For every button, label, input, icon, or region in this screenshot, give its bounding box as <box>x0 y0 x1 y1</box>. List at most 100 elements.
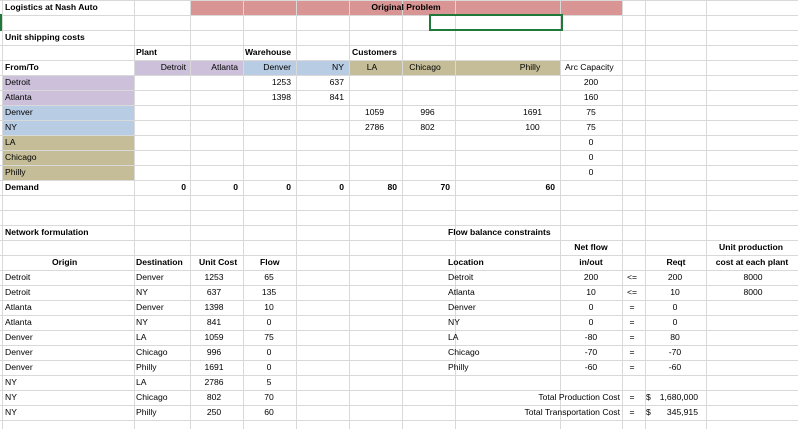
row-gridline <box>0 210 798 211</box>
spreadsheet-grid[interactable]: Logistics at Nash Auto Original Problem … <box>0 0 798 429</box>
cost-cell: 1253 <box>271 77 291 87</box>
demand-cell: 70 <box>440 182 450 192</box>
row-gridline <box>0 180 798 181</box>
network-unit-cost: 1691 <box>204 362 224 372</box>
demand-cell: 0 <box>286 182 291 192</box>
network-origin: Atlanta <box>5 317 32 327</box>
total-production-eq: = <box>629 392 635 402</box>
balance-reqt: 0 <box>672 317 678 327</box>
row-gridline <box>0 195 798 196</box>
cost-header-detroit: Detroit <box>160 62 186 72</box>
cost-row-label: Detroit <box>5 77 31 87</box>
net-flow-header-2: in/out <box>579 257 603 267</box>
cost-row-label: LA <box>5 137 16 147</box>
cost-cell: 637 <box>329 77 344 87</box>
balance-operator: = <box>629 332 635 342</box>
cost-cell: 802 <box>420 122 435 132</box>
row-gridline <box>0 240 798 241</box>
network-unit-cost: 802 <box>206 392 222 402</box>
cost-row-label: Philly <box>5 167 26 177</box>
balance-net-flow: -70 <box>584 347 598 357</box>
from-to-label: From/To <box>5 62 39 72</box>
network-unit-cost: 841 <box>206 317 222 327</box>
balance-location: NY <box>448 317 460 327</box>
row-gridline <box>0 15 798 16</box>
network-destination: LA <box>136 377 147 387</box>
column-gridline <box>2 0 3 429</box>
row-gridline <box>0 90 798 91</box>
network-flow: 0 <box>266 347 272 357</box>
cost-header-ny: NY <box>332 62 344 72</box>
arc-capacity-cell: 75 <box>586 107 596 117</box>
row-gridline <box>0 75 798 76</box>
col-location-header: Location <box>448 257 484 267</box>
network-flow: 75 <box>264 332 274 342</box>
demand-cell: 0 <box>181 182 186 192</box>
network-origin: NY <box>5 377 17 387</box>
network-unit-cost: 1398 <box>204 302 224 312</box>
arc-capacity-cell: 75 <box>586 122 596 132</box>
sheet-title: Logistics at Nash Auto <box>5 2 98 12</box>
balance-location: LA <box>448 332 459 342</box>
network-unit-cost: 2786 <box>204 377 224 387</box>
balance-reqt: -70 <box>668 347 682 357</box>
section-flow-balance: Flow balance constraints <box>448 227 551 237</box>
network-unit-cost: 1253 <box>204 272 224 282</box>
balance-reqt: 200 <box>667 272 683 282</box>
cost-header-philly: Philly <box>519 62 541 72</box>
network-flow: 0 <box>266 317 272 327</box>
row-gridline <box>0 225 798 226</box>
network-destination: Chicago <box>136 392 168 402</box>
group-plant-label: Plant <box>136 47 158 57</box>
cost-cell: 841 <box>329 92 344 102</box>
balance-location: Detroit <box>448 272 474 282</box>
row-gridline <box>0 150 798 151</box>
banner-title: Original Problem <box>371 2 441 12</box>
balance-net-flow: 200 <box>583 272 599 282</box>
cost-row-label: Chicago <box>5 152 37 162</box>
balance-location: Chicago <box>448 347 480 357</box>
network-origin: Denver <box>5 347 33 357</box>
network-destination: LA <box>136 332 147 342</box>
row-gridline <box>0 165 798 166</box>
network-unit-cost: 1059 <box>204 332 224 342</box>
row-gridline <box>0 60 798 61</box>
arc-capacity-cell: 200 <box>583 77 599 87</box>
network-flow: 0 <box>266 362 272 372</box>
col-destination-header: Destination <box>136 257 183 267</box>
balance-net-flow: 0 <box>588 317 594 327</box>
cost-cell: 1059 <box>364 107 385 117</box>
demand-cell: 80 <box>387 182 397 192</box>
balance-operator: = <box>629 302 635 312</box>
cost-cell: 1691 <box>522 107 543 117</box>
network-destination: Denver <box>136 272 164 282</box>
cost-row-label: Denver <box>5 107 33 117</box>
network-flow: 135 <box>261 287 277 297</box>
network-origin: Detroit <box>5 272 31 282</box>
network-flow: 65 <box>264 272 274 282</box>
network-origin: Denver <box>5 362 33 372</box>
section-network-formulation: Network formulation <box>5 227 89 237</box>
row-gridline <box>0 105 798 106</box>
selected-cell[interactable] <box>429 14 563 31</box>
total-transport-label: Total Transportation Cost <box>524 407 620 417</box>
net-flow-header-1: Net flow <box>574 242 608 252</box>
balance-production-cost: 8000 <box>743 272 763 282</box>
network-origin: Atlanta <box>5 302 32 312</box>
cost-cell: 2786 <box>364 122 385 132</box>
balance-operator: = <box>629 362 635 372</box>
balance-reqt: 10 <box>670 287 680 297</box>
network-destination: Chicago <box>136 347 168 357</box>
row-gridline <box>0 420 798 421</box>
balance-operator: = <box>629 347 635 357</box>
cost-cell: 1398 <box>271 92 291 102</box>
balance-operator: <= <box>626 287 638 297</box>
balance-location: Atlanta <box>448 287 475 297</box>
network-destination: NY <box>136 317 148 327</box>
balance-reqt: -60 <box>668 362 682 372</box>
balance-location: Philly <box>448 362 469 372</box>
col-unit-cost-header: Unit Cost <box>199 257 238 267</box>
balance-operator: <= <box>626 272 638 282</box>
balance-net-flow: -80 <box>584 332 598 342</box>
network-flow: 60 <box>264 407 274 417</box>
